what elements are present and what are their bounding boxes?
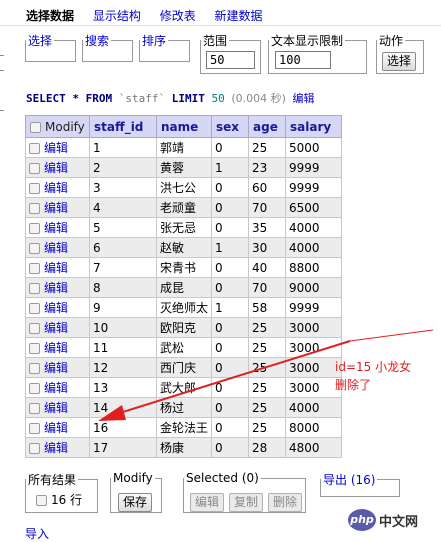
php-logo: php: [348, 509, 376, 531]
annotation-arrow-tail: [349, 329, 434, 342]
copy-selected-button[interactable]: 复制: [229, 493, 264, 512]
modify-legend: Modify: [113, 471, 153, 485]
export-link[interactable]: 导出 (16): [321, 471, 377, 488]
watermark-text: 中文网: [379, 514, 419, 530]
selected-legend: Selected (0): [186, 471, 259, 485]
save-button[interactable]: 保存: [118, 493, 153, 512]
export-fieldset[interactable]: 导出 (16): [320, 471, 400, 497]
delete-selected-button[interactable]: 删除: [268, 493, 303, 512]
annotation-arrow: [98, 329, 434, 421]
rows-count-label: 16 行: [51, 493, 83, 507]
rows-count: 16 行: [36, 491, 82, 508]
deletion-note: id=15 小龙女 删除了: [335, 358, 411, 394]
annotation-arrow-line: [109, 340, 351, 417]
all-results-legend: 所有结果: [28, 473, 77, 487]
all-rows-checkbox[interactable]: [36, 495, 47, 506]
site-watermark: php 中文网: [348, 507, 434, 533]
deletion-note-line1: id=15 小龙女: [335, 360, 412, 374]
deletion-note-line2: 删除了: [335, 378, 372, 392]
edit-selected-button[interactable]: 编辑: [190, 493, 225, 512]
import-link[interactable]: 导入: [25, 525, 49, 542]
annotation-arrow-head: [98, 405, 126, 421]
